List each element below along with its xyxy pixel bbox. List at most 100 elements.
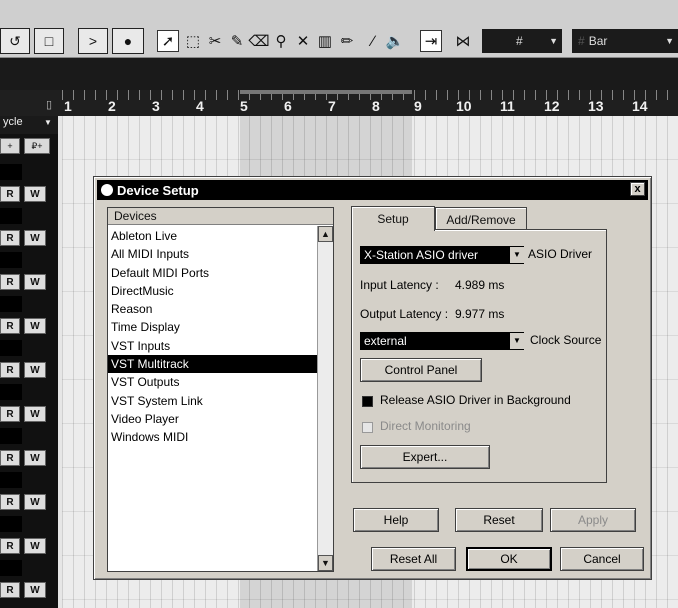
write-automation-button[interactable]: W [24, 450, 46, 466]
dialog-title-bar[interactable]: Device Setup [97, 180, 648, 200]
stop-button[interactable]: □ [34, 28, 64, 54]
time-warp-tool-icon[interactable]: ▥ [314, 30, 336, 52]
write-automation-button[interactable]: W [24, 230, 46, 246]
device-item[interactable]: VST System Link [108, 392, 318, 410]
draw-tool-icon[interactable]: ✏ [336, 30, 358, 52]
arrow-tool-icon[interactable]: ➚ [157, 30, 179, 52]
quantize-button[interactable]: ₽+ [24, 138, 50, 154]
device-list-scrollbar[interactable]: ▲ ▼ [317, 226, 333, 571]
device-item-selected[interactable]: VST Multitrack [108, 355, 318, 374]
ruler-menu-icon[interactable]: ▯ [46, 98, 52, 111]
track-color-block [0, 296, 22, 312]
glue-tool-icon[interactable]: ✎ [226, 30, 248, 52]
expert-button[interactable]: Expert... [360, 445, 490, 469]
read-automation-button[interactable]: R [0, 318, 20, 334]
track-row[interactable]: R W [0, 514, 58, 558]
snap-icon[interactable]: ⋈ [452, 30, 474, 52]
write-automation-button[interactable]: W [24, 186, 46, 202]
track-row[interactable]: R W [0, 250, 58, 294]
clock-source-label: Clock Source [530, 333, 602, 347]
write-automation-button[interactable]: W [24, 406, 46, 422]
devices-header[interactable]: Devices [108, 208, 333, 225]
grid-type-select[interactable]: # Bar ▼ [572, 29, 678, 53]
device-item[interactable]: Video Player [108, 410, 318, 428]
track-row[interactable]: R W [0, 206, 58, 250]
ok-button[interactable]: OK [466, 547, 552, 571]
read-automation-button[interactable]: R [0, 230, 20, 246]
read-automation-button[interactable]: R [0, 186, 20, 202]
zoom-tool-icon[interactable]: ⚲ [270, 30, 292, 52]
quantize-button[interactable]: + [0, 138, 20, 154]
ruler-number: 7 [328, 98, 336, 114]
ruler-number: 12 [544, 98, 560, 114]
device-items: Ableton Live All MIDI Inputs Default MID… [108, 227, 318, 447]
read-automation-button[interactable]: R [0, 538, 20, 554]
split-tool-icon[interactable]: ✂ [204, 30, 226, 52]
loop-range-marker[interactable] [240, 90, 412, 94]
read-automation-button[interactable]: R [0, 362, 20, 378]
device-item[interactable]: All MIDI Inputs [108, 245, 318, 263]
app-icon [101, 184, 113, 196]
device-item[interactable]: Default MIDI Ports [108, 264, 318, 282]
track-row[interactable]: R W [0, 426, 58, 470]
track-row[interactable]: R W [0, 470, 58, 514]
device-item[interactable]: Reason [108, 300, 318, 318]
track-row[interactable]: R W [0, 162, 58, 206]
release-asio-checkbox[interactable] [362, 396, 373, 407]
eraser-tool-icon[interactable]: ⌫ [248, 30, 270, 52]
reset-button[interactable]: Reset [455, 508, 543, 532]
close-button[interactable]: x [630, 182, 645, 196]
cycle-button[interactable]: ↺ [0, 28, 30, 54]
status-strip [0, 58, 678, 90]
timeline-ruler[interactable]: ▯ 1 2 3 4 5 6 7 8 9 10 11 12 13 14 [0, 90, 678, 116]
device-item[interactable]: Windows MIDI [108, 428, 318, 446]
quantize-buttons: + ₽+ [0, 138, 58, 156]
play-button[interactable]: > [78, 28, 108, 54]
device-item[interactable]: Ableton Live [108, 227, 318, 245]
scroll-down-icon[interactable]: ▼ [318, 555, 333, 571]
cancel-button[interactable]: Cancel [560, 547, 644, 571]
device-item[interactable]: Time Display [108, 318, 318, 336]
track-row[interactable]: R W [0, 382, 58, 426]
write-automation-button[interactable]: W [24, 582, 46, 598]
record-button[interactable]: ● [112, 28, 144, 54]
range-tool-icon[interactable]: ⬚ [182, 30, 204, 52]
snap-type-select[interactable]: # ▼ [482, 29, 562, 53]
ruler-number: 10 [456, 98, 472, 114]
read-automation-button[interactable]: R [0, 274, 20, 290]
tab-add-remove[interactable]: Add/Remove [435, 207, 527, 231]
mute-tool-icon[interactable]: ✕ [292, 30, 314, 52]
write-automation-button[interactable]: W [24, 538, 46, 554]
help-button[interactable]: Help [353, 508, 439, 532]
autoscroll-icon[interactable]: ⇥ [420, 30, 442, 52]
device-item[interactable]: VST Outputs [108, 373, 318, 391]
write-automation-button[interactable]: W [24, 494, 46, 510]
write-automation-button[interactable]: W [24, 362, 46, 378]
apply-button[interactable]: Apply [550, 508, 636, 532]
line-tool-icon[interactable]: ∕ [362, 30, 384, 52]
chevron-down-icon: ▼ [510, 247, 524, 263]
scroll-up-icon[interactable]: ▲ [318, 226, 333, 242]
output-latency-value: 9.977 ms [455, 307, 505, 321]
tab-setup[interactable]: Setup [351, 206, 435, 231]
read-automation-button[interactable]: R [0, 450, 20, 466]
ruler-number: 3 [152, 98, 160, 114]
cycle-mode-select[interactable]: ycle ▼ [0, 116, 58, 134]
write-automation-button[interactable]: W [24, 318, 46, 334]
device-item[interactable]: VST Inputs [108, 337, 318, 355]
write-automation-button[interactable]: W [24, 274, 46, 290]
reset-all-button[interactable]: Reset All [371, 547, 456, 571]
track-row[interactable]: R W [0, 294, 58, 338]
track-row[interactable]: R W [0, 338, 58, 382]
direct-monitoring-checkbox[interactable] [362, 422, 373, 433]
device-item[interactable]: DirectMusic [108, 282, 318, 300]
read-automation-button[interactable]: R [0, 494, 20, 510]
control-panel-button[interactable]: Control Panel [360, 358, 482, 382]
grid-icon: # [578, 34, 585, 48]
clock-source-select[interactable]: external ▼ [360, 332, 524, 350]
play-tool-icon[interactable]: 🔈 [384, 30, 406, 52]
asio-driver-select[interactable]: X-Station ASIO driver ▼ [360, 246, 524, 264]
read-automation-button[interactable]: R [0, 406, 20, 422]
track-row[interactable]: R W [0, 558, 58, 602]
read-automation-button[interactable]: R [0, 582, 20, 598]
